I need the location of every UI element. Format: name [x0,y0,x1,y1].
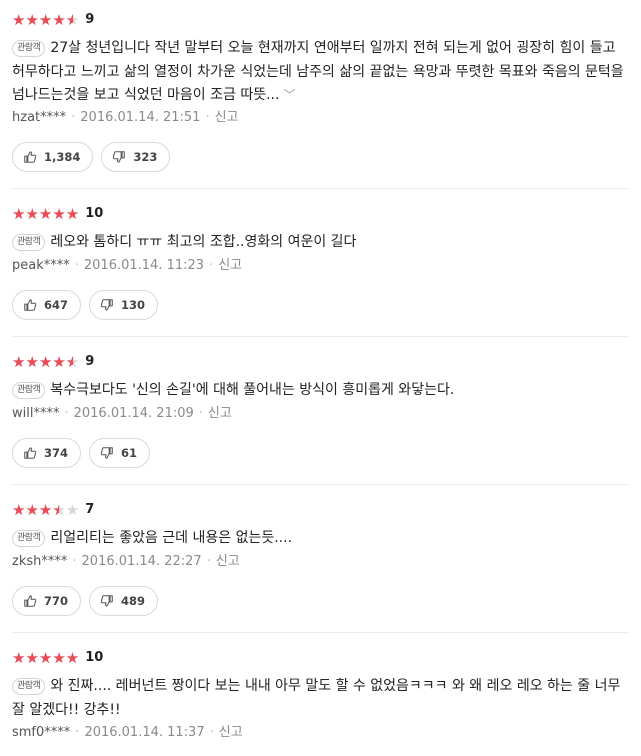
review-text: 와 진짜.... 레버넌트 짱이다 보는 내내 아무 말도 할 수 없었음ㅋㅋㅋ… [12,678,621,718]
report-link[interactable]: 신고 [218,258,242,273]
review-text: 리얼리티는 좋았음 근데 내용은 없는듯.... [50,530,293,546]
review-meta: smf0**** · 2016.01.14. 11:37 · 신고 [12,724,243,742]
like-button[interactable]: 1,384 [12,142,94,172]
review-author: zksh**** [12,554,68,569]
star-rating: ★★★★★ ★★★★★ [12,205,80,223]
like-count: 1,384 [44,150,81,164]
review-rating: ★★★★★ ★★★★★ 10 [12,205,103,223]
viewer-badge: 관람객 [12,678,46,695]
review-date: 2016.01.14. 21:09 [73,406,194,421]
viewer-badge: 관람객 [12,234,46,251]
review-author: smf0**** [12,725,71,740]
review-author: hzat**** [12,110,67,125]
dislike-count: 130 [121,298,146,312]
review-body: 관람객 와 진짜.... 레버넌트 짱이다 보는 내내 아무 말도 할 수 없었음… [12,675,625,722]
star-rating: ★★★★★ ★★★★★ [12,649,80,667]
thumbs-down-icon [100,447,113,459]
review-date: 2016.01.14. 11:37 [84,725,205,740]
viewer-badge: 관람객 [12,40,46,57]
star-fill: ★★★★★ [12,501,59,519]
review-rating: ★★★★★ ★★★★★ 7 [12,501,94,519]
review-score: 7 [85,502,95,517]
review-text: 27살 청년입니다 작년 말부터 오늘 현재까지 연애부터 일까지 전혀 되는게… [12,40,624,103]
report-link[interactable]: 신고 [215,110,239,125]
chevron-down-icon[interactable]: ﹀ [283,88,295,102]
review-score: 10 [85,650,104,665]
review-meta: peak**** · 2016.01.14. 11:23 · 신고 [12,257,242,275]
report-link[interactable]: 신고 [208,406,232,421]
star-rating: ★★★★★ ★★★★★ [12,353,80,371]
thumbs-down-icon [100,299,113,311]
review-score: 9 [85,354,95,369]
review-author: peak**** [12,258,70,273]
dislike-count: 323 [133,150,158,164]
star-fill: ★★★★★ [12,205,80,223]
review-text: 복수극보다도 '신의 손길'에 대해 풀어내는 방식이 흥미롭게 와닿는다. [50,382,455,398]
review-rating: ★★★★★ ★★★★★ 10 [12,649,103,667]
like-count: 770 [44,594,69,608]
review-score: 10 [85,206,104,221]
dislike-button[interactable]: 323 [101,142,171,172]
star-fill: ★★★★★ [12,353,73,371]
review-date: 2016.01.14. 22:27 [81,554,202,569]
review-body: 관람객 복수극보다도 '신의 손길'에 대해 풀어내는 방식이 흥미롭게 와닿는다… [12,379,625,403]
review-text: 레오와 톰하디 ㅠㅠ 최고의 조합..영화의 여운이 길다 [50,234,357,250]
vote-buttons: 374 61 [12,438,151,468]
like-count: 374 [44,446,69,460]
thumbs-down-icon [100,595,113,607]
separator-dot: · [72,554,77,569]
dislike-button[interactable]: 61 [89,438,151,468]
dislike-count: 61 [121,446,138,460]
separator-dot: · [209,725,214,740]
like-count: 647 [44,298,69,312]
star-fill: ★★★★★ [12,649,80,667]
like-button[interactable]: 374 [12,438,82,468]
separator-dot: · [209,258,214,273]
star-fill: ★★★★★ [12,11,73,29]
review-author: will**** [12,406,60,421]
thumbs-down-icon [113,151,126,163]
report-link[interactable]: 신고 [219,725,243,740]
separator-dot: · [198,406,203,421]
separator-dot: · [206,554,211,569]
separator-dot: · [205,110,210,125]
thumbs-up-icon [24,151,37,163]
separator-dot: · [74,258,79,273]
thumbs-up-icon [24,299,37,311]
divider [12,336,629,337]
separator-dot: · [75,725,80,740]
thumbs-up-icon [24,447,37,459]
like-button[interactable]: 770 [12,586,82,616]
separator-dot: · [71,110,76,125]
review-meta: zksh**** · 2016.01.14. 22:27 · 신고 [12,553,240,571]
separator-dot: · [64,406,69,421]
dislike-button[interactable]: 130 [89,290,159,320]
dislike-button[interactable]: 489 [89,586,159,616]
like-button[interactable]: 647 [12,290,82,320]
vote-buttons: 770 489 [12,586,159,616]
vote-buttons: 647 130 [12,290,159,320]
vote-buttons: 1,384 323 [12,142,171,172]
review-rating: ★★★★★ ★★★★★ 9 [12,353,94,371]
star-rating: ★★★★★ ★★★★★ [12,501,80,519]
thumbs-up-icon [24,595,37,607]
review-rating: ★★★★★ ★★★★★ 9 [12,11,94,29]
dislike-count: 489 [121,594,146,608]
divider [12,188,629,189]
review-date: 2016.01.14. 21:51 [80,110,201,125]
review-date: 2016.01.14. 11:23 [83,258,205,273]
viewer-badge: 관람객 [12,530,46,547]
review-body: 관람객 리얼리티는 좋았음 근데 내용은 없는듯.... [12,527,625,551]
divider [12,632,629,633]
star-rating: ★★★★★ ★★★★★ [12,11,80,29]
review-score: 9 [85,12,95,27]
divider [12,484,629,485]
review-meta: will**** · 2016.01.14. 21:09 · 신고 [12,405,232,423]
report-link[interactable]: 신고 [216,554,240,569]
review-meta: hzat**** · 2016.01.14. 21:51 · 신고 [12,109,239,127]
review-body: 관람객 27살 청년입니다 작년 말부터 오늘 현재까지 연애부터 일까지 전혀 … [12,37,625,108]
viewer-badge: 관람객 [12,382,46,399]
review-body: 관람객 레오와 톰하디 ㅠㅠ 최고의 조합..영화의 여운이 길다 [12,231,625,255]
